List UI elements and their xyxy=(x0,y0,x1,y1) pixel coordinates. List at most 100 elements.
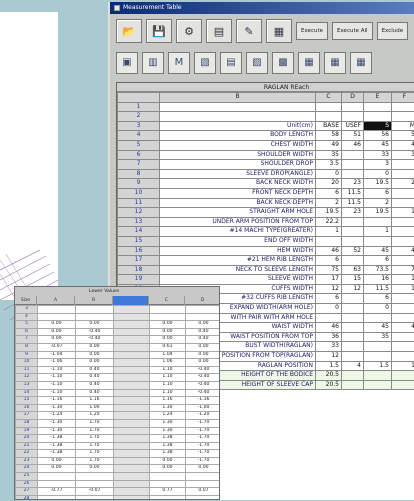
cell-value[interactable]: USEF xyxy=(341,120,364,132)
cell-value[interactable] xyxy=(363,379,392,391)
table-row[interactable]: 14 #14 MACHI TYPE(GREATER) 1 1 xyxy=(117,226,414,237)
cell-value[interactable]: 0.00 xyxy=(75,350,114,360)
table-row[interactable]: 7 0.00 -0.40 0.00 0.40 xyxy=(15,335,219,344)
cell-value[interactable]: 0.00 xyxy=(185,358,219,367)
cell-value[interactable]: 1.20 xyxy=(75,411,114,420)
cell-value[interactable]: -1.10 xyxy=(37,373,76,382)
table-row[interactable]: 25 xyxy=(15,472,219,481)
cell-value[interactable]: -1.20 xyxy=(185,411,219,420)
cell-value[interactable]: 6 xyxy=(315,293,342,305)
cell-value[interactable] xyxy=(363,341,392,353)
table-row[interactable]: 10 FRONT NECK DEPTH 6 11.5 6 xyxy=(117,187,414,199)
cell-value[interactable]: 75 xyxy=(315,264,342,276)
cell-value[interactable] xyxy=(113,487,150,496)
row-number[interactable]: 9 xyxy=(117,178,160,189)
table-row[interactable]: 9 -1.04 0.00 1.04 0.00 xyxy=(15,350,219,360)
cell-value[interactable] xyxy=(391,216,414,228)
cell-value[interactable]: -0.40 xyxy=(185,365,219,375)
cell-value[interactable] xyxy=(113,464,150,474)
cell-value[interactable] xyxy=(149,494,186,499)
cell-value[interactable] xyxy=(363,216,392,228)
cell-value[interactable] xyxy=(391,159,414,170)
cell-value[interactable]: 3.5 xyxy=(315,159,342,170)
cell-value[interactable] xyxy=(391,168,414,180)
cell-value[interactable]: -1.04 xyxy=(37,350,76,360)
cell-value[interactable] xyxy=(341,379,364,391)
cell-value[interactable]: 1.00 xyxy=(75,403,114,413)
table-row[interactable]: 23 0.00 1.70 0.00 -1.70 xyxy=(15,456,219,466)
cell-value[interactable]: 1.24 xyxy=(149,411,186,420)
cell-value[interactable]: 0.00 xyxy=(37,456,76,466)
cell-value[interactable]: 1.38 xyxy=(149,434,186,443)
measurement-label[interactable]: Unit(cm) xyxy=(159,120,316,132)
measurement-label[interactable]: NECK TO SLEEVE LENGTH xyxy=(159,264,316,276)
cell-value[interactable]: 1.30 xyxy=(149,426,186,436)
cell-value[interactable] xyxy=(391,331,414,343)
row-number[interactable]: 15 xyxy=(117,235,160,247)
row-number[interactable]: 19 xyxy=(15,426,38,436)
table-row[interactable]: 14 -1.10 0.40 1.10 -0.40 xyxy=(15,388,219,398)
row-number[interactable]: 11 xyxy=(15,365,38,375)
cell-value[interactable]: 3 xyxy=(391,149,414,161)
cell-value[interactable]: 0.00 xyxy=(185,464,219,474)
cell-value[interactable] xyxy=(341,293,364,305)
cell-value[interactable]: 1 xyxy=(391,283,414,295)
cell-value[interactable] xyxy=(341,101,364,113)
cell-value[interactable]: 52 xyxy=(341,245,364,257)
row-number[interactable]: 22 xyxy=(15,449,38,458)
row-number[interactable]: 12 xyxy=(15,373,38,382)
row-number[interactable]: 19 xyxy=(117,274,160,285)
edit-icon[interactable]: ✎ xyxy=(236,19,262,43)
row-number[interactable]: 3 xyxy=(117,120,160,132)
cell-value[interactable]: 49 xyxy=(315,139,342,151)
cell-value[interactable] xyxy=(363,111,392,122)
column-header[interactable]: E xyxy=(363,92,392,103)
cell-value[interactable] xyxy=(341,341,364,353)
cell-value[interactable]: 2 xyxy=(363,197,392,209)
cell-value[interactable] xyxy=(37,305,76,314)
cell-value[interactable] xyxy=(315,312,342,324)
cell-value[interactable] xyxy=(341,322,364,333)
cell-value[interactable]: 0 xyxy=(363,168,392,180)
row-number[interactable]: 7 xyxy=(117,159,160,170)
cell-value[interactable]: S xyxy=(363,120,392,132)
cell-value[interactable] xyxy=(113,472,150,481)
table-row[interactable]: 16 -1.30 1.00 1.30 -1.00 xyxy=(15,403,219,413)
cell-value[interactable] xyxy=(341,312,364,324)
cell-value[interactable]: 3 xyxy=(363,159,392,170)
row-number[interactable]: 9 xyxy=(15,350,38,360)
cell-value[interactable]: 1 xyxy=(315,226,342,237)
table-row[interactable]: 4 xyxy=(15,312,219,322)
measurement-label[interactable]: STRAIGHT ARM HOLE xyxy=(159,207,316,218)
cell-value[interactable] xyxy=(185,472,219,481)
cell-value[interactable]: 0.00 xyxy=(149,464,186,474)
cell-value[interactable]: 0.00 xyxy=(37,327,76,337)
row-number[interactable]: 4 xyxy=(117,130,160,141)
cell-value[interactable]: 0.40 xyxy=(185,327,219,337)
cell-value[interactable]: -1.70 xyxy=(185,418,219,428)
cell-value[interactable]: BASE xyxy=(315,120,342,132)
cell-value[interactable]: -0.40 xyxy=(185,388,219,398)
row-number[interactable]: 17 xyxy=(15,411,38,420)
tools-icon[interactable]: ⚙ xyxy=(176,19,202,43)
cell-value[interactable]: 5 xyxy=(391,130,414,141)
cell-value[interactable]: 1.10 xyxy=(149,373,186,382)
cell-value[interactable] xyxy=(391,312,414,324)
cell-value[interactable]: -1.38 xyxy=(37,434,76,443)
table-row[interactable]: 11 BACK NECK DEPTH 2 11.5 2 xyxy=(117,197,414,209)
cell-value[interactable]: -0.77 xyxy=(37,487,76,496)
cell-value[interactable] xyxy=(391,111,414,122)
cell-value[interactable]: -1.16 xyxy=(37,396,76,405)
cell-value[interactable] xyxy=(113,327,150,337)
cell-value[interactable]: 23 xyxy=(341,207,364,218)
cell-value[interactable]: 6 xyxy=(363,187,392,199)
cell-value[interactable]: 4 xyxy=(391,245,414,257)
cell-value[interactable]: 1.16 xyxy=(149,396,186,405)
table-row[interactable]: 18 -1.30 1.70 1.30 -1.70 xyxy=(15,418,219,428)
cell-value[interactable] xyxy=(341,235,364,247)
cell-value[interactable]: 1.70 xyxy=(75,456,114,466)
row-number[interactable]: 23 xyxy=(15,456,38,466)
table-row[interactable]: 15 -1.16 1.16 1.16 -1.16 xyxy=(15,396,219,405)
cell-value[interactable] xyxy=(113,449,150,458)
table-row[interactable]: 10 -1.06 0.00 1.06 0.00 xyxy=(15,358,219,367)
